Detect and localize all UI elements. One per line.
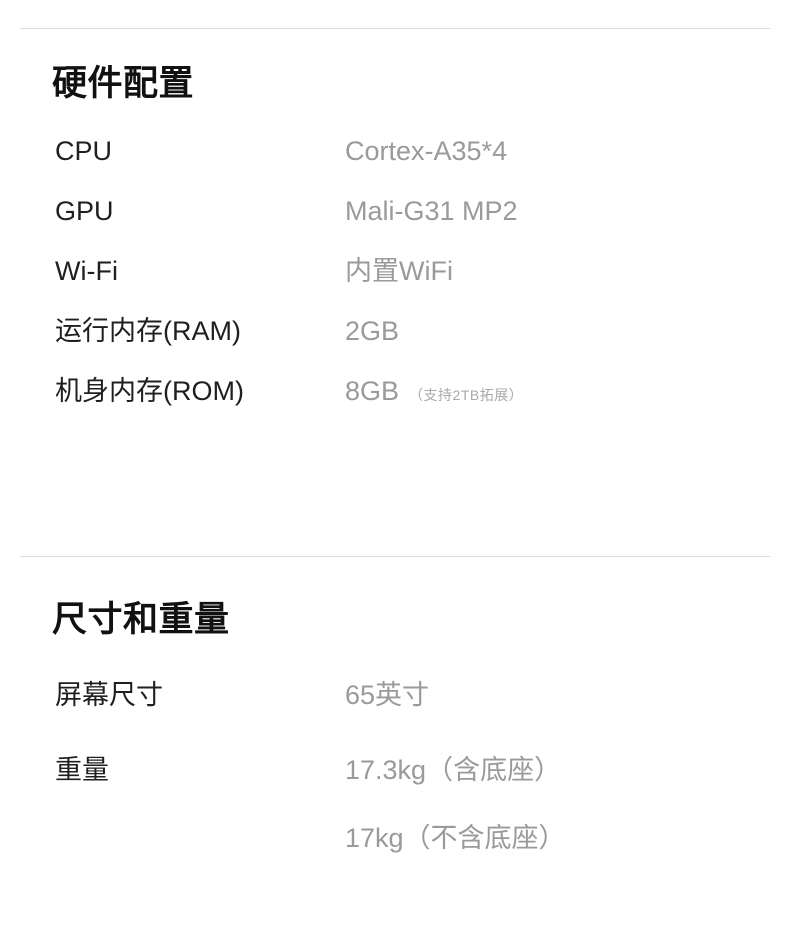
section-title-hardware: 硬件配置 (52, 64, 195, 103)
spec-row-cpu: CPU Cortex-A35*4 (0, 134, 790, 194)
spec-row-rom: 机身内存(ROM) 8GB （支持2TB拓展） (0, 374, 790, 434)
section-divider-middle (20, 556, 770, 557)
spec-row-weight: 重量 17.3kg（含底座） 17kg（不含底座） (0, 753, 790, 853)
spec-value-rom: 8GB (345, 376, 400, 406)
spec-label-wifi: Wi-Fi (55, 256, 118, 286)
spec-sheet-page: 硬件配置 CPU Cortex-A35*4 GPU Mali-G31 MP2 W… (0, 0, 790, 939)
spec-row-ram: 运行内存(RAM) 2GB (0, 314, 790, 374)
section-hardware-configuration: 硬件配置 CPU Cortex-A35*4 GPU Mali-G31 MP2 W… (0, 62, 790, 434)
spec-row-screen-size: 屏幕尺寸 65英寸 (0, 678, 790, 753)
spec-list-dimensions: 屏幕尺寸 65英寸 重量 17.3kg（含底座） 17kg（不含底座） (0, 678, 790, 853)
spec-value-screen-size: 65英寸 (345, 680, 430, 710)
spec-value-ram: 2GB (345, 316, 400, 346)
spec-value-wifi: 内置WiFi (345, 256, 453, 286)
spec-value-weight-group: 17.3kg（含底座） 17kg（不含底座） (345, 753, 566, 855)
spec-note-rom-expansion: （支持2TB拓展） (409, 387, 524, 403)
spec-value-cpu: Cortex-A35*4 (345, 136, 508, 166)
section-title-dimensions: 尺寸和重量 (52, 600, 230, 639)
spec-label-gpu: GPU (55, 196, 114, 226)
section-dimensions-and-weight: 尺寸和重量 屏幕尺寸 65英寸 重量 17.3kg（含底座） 17kg（不含底座… (0, 598, 790, 853)
spec-value-weight-without-stand: 17kg（不含底座） (345, 823, 566, 853)
spec-label-cpu: CPU (55, 136, 113, 166)
spec-label-rom: 机身内存(ROM) (55, 376, 244, 406)
spec-value-gpu: Mali-G31 MP2 (345, 196, 518, 226)
spec-label-screen-size: 屏幕尺寸 (55, 680, 163, 710)
section-divider-top (20, 28, 770, 29)
spec-row-gpu: GPU Mali-G31 MP2 (0, 194, 790, 254)
spec-row-wifi: Wi-Fi 内置WiFi (0, 254, 790, 314)
spec-label-weight: 重量 (55, 755, 109, 785)
spec-value-weight-with-stand: 17.3kg（含底座） (345, 755, 562, 785)
spec-list-hardware: CPU Cortex-A35*4 GPU Mali-G31 MP2 Wi-Fi … (0, 134, 790, 434)
spec-label-ram: 运行内存(RAM) (55, 316, 241, 346)
